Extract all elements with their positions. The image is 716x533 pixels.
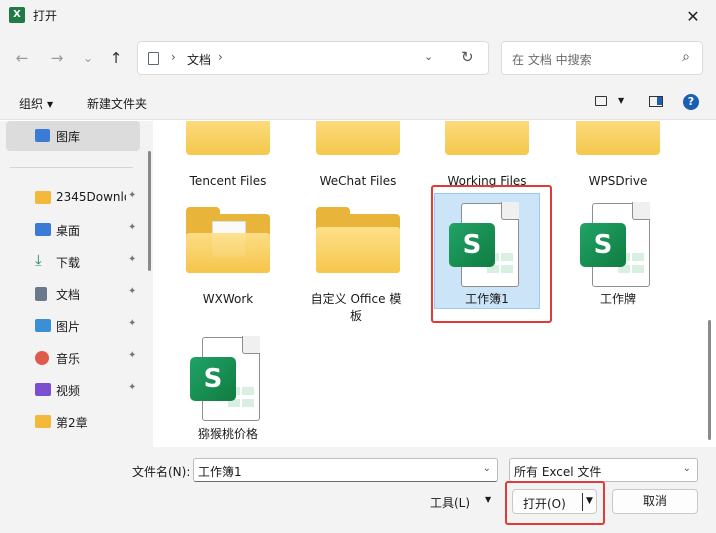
divider <box>10 167 133 168</box>
excel-file-icon: S <box>190 336 260 421</box>
forward-button[interactable]: → <box>45 46 69 70</box>
caret-down-icon: ▼ <box>47 100 54 109</box>
command-bar: 组织 ▼ 新建文件夹 ▼ ? <box>0 84 716 120</box>
recent-locations-button[interactable]: ⌄ <box>76 46 100 70</box>
music-icon <box>35 351 49 365</box>
download-icon: ⤓ <box>35 251 42 269</box>
filetype-value: 所有 Excel 文件 <box>514 465 602 479</box>
sidebar-item-label: 文档 <box>56 288 81 302</box>
excel-badge: S <box>190 357 236 401</box>
search-input[interactable]: 在 文档 中搜索 ⌕ <box>501 41 703 75</box>
pin-icon: ✦ <box>128 382 137 393</box>
folder-icon <box>35 191 51 204</box>
sidebar-item-pictures[interactable]: 图片 ✦ <box>0 312 140 340</box>
sidebar-item-music[interactable]: 音乐 ✦ <box>0 344 140 372</box>
organize-label: 组织 <box>19 97 44 111</box>
excel-file-icon: S <box>580 202 650 287</box>
filename-input[interactable]: 工作簿1 ⌄ <box>193 458 498 482</box>
file-name: 自定义 Office 模板 <box>310 292 402 323</box>
dialog-footer: 文件名(N): 工作簿1 ⌄ 所有 Excel 文件 ⌄ 工具(L) ▼ 打开(… <box>0 447 716 533</box>
pin-icon: ✦ <box>128 318 137 329</box>
search-placeholder: 在 文档 中搜索 <box>512 53 592 67</box>
new-folder-button[interactable]: 新建文件夹 <box>87 95 147 112</box>
highlight-box <box>505 481 605 525</box>
sidebar-item-label: 图片 <box>56 320 81 334</box>
excel-badge: S <box>580 223 626 267</box>
title-bar: X 打开 ✕ <box>0 0 716 32</box>
filename-label: 文件名(N): <box>132 465 191 479</box>
window-title: 打开 <box>33 9 58 23</box>
pin-icon: ✦ <box>128 222 137 233</box>
sidebar-item-gallery[interactable]: 图库 <box>6 121 140 151</box>
sidebar-item-2345downloads[interactable]: 2345Downloads ✦ <box>0 184 140 212</box>
file-item-excel[interactable]: S 猕猴桃价格 <box>170 121 286 447</box>
sidebar-item-label: 第2章 <box>56 416 88 430</box>
preview-pane-icon[interactable] <box>649 96 663 107</box>
file-list-scrollbar[interactable] <box>708 320 711 440</box>
close-button[interactable]: ✕ <box>670 0 716 32</box>
chevron-down-icon[interactable]: ⌄ <box>483 463 491 474</box>
file-item-excel[interactable]: S 工作牌 <box>560 121 676 311</box>
sidebar-item-chapter2[interactable]: 第2章 <box>0 408 140 436</box>
highlight-box <box>431 185 552 323</box>
breadcrumb-documents[interactable]: 文档 <box>187 51 211 68</box>
chevron-down-icon: ⌄ <box>682 463 691 474</box>
sidebar-item-label: 2345Downloads <box>56 190 126 204</box>
file-name: 工作牌 <box>599 292 636 306</box>
cancel-button[interactable]: 取消 <box>612 489 698 514</box>
caret-down-icon[interactable]: ▼ <box>618 96 624 105</box>
gallery-icon <box>35 129 50 142</box>
chevron-right-icon[interactable]: › <box>218 50 223 64</box>
chevron-down-icon[interactable]: ⌄ <box>424 50 433 63</box>
file-item-folder[interactable]: 自定义 Office 模板 <box>300 121 416 331</box>
search-icon: ⌕ <box>682 49 690 65</box>
sidebar-scrollbar[interactable] <box>148 151 151 271</box>
sidebar-item-documents[interactable]: 文档 ✦ <box>0 280 140 308</box>
sidebar-item-label: 下载 <box>56 256 81 270</box>
file-name: 猕猴桃价格 <box>197 427 258 441</box>
chevron-right-icon: › <box>171 50 176 64</box>
help-icon[interactable]: ? <box>683 94 699 110</box>
back-button[interactable]: ← <box>10 46 34 70</box>
excel-icon: X <box>9 7 25 23</box>
documents-icon <box>35 287 47 301</box>
pin-icon: ✦ <box>128 254 137 265</box>
pin-icon: ✦ <box>128 350 137 361</box>
sidebar-item-label: 图库 <box>56 130 81 144</box>
sidebar-item-label: 音乐 <box>56 352 81 366</box>
organize-button[interactable]: 组织 ▼ <box>19 95 53 112</box>
videos-icon <box>35 383 51 396</box>
sidebar-item-desktop[interactable]: 桌面 ✦ <box>0 216 140 244</box>
address-path[interactable]: › 文档 › ⌄ ↻ <box>137 41 489 75</box>
desktop-icon <box>35 223 51 236</box>
filename-value[interactable]: 工作簿1 <box>198 463 242 480</box>
tools-button[interactable]: 工具(L) <box>430 494 470 511</box>
navigation-pane: 图库 2345Downloads ✦ 桌面 ✦ ⤓ 下载 ✦ 文档 ✦ 图片 ✦… <box>0 121 153 447</box>
pin-icon: ✦ <box>128 286 137 297</box>
folder-icon <box>316 207 400 273</box>
pictures-icon <box>35 319 51 332</box>
sidebar-item-label: 视频 <box>56 384 81 398</box>
filetype-select[interactable]: 所有 Excel 文件 ⌄ <box>509 458 698 482</box>
up-button[interactable]: ↑ <box>104 46 128 70</box>
sidebar-item-downloads[interactable]: ⤓ 下载 ✦ <box>0 248 140 276</box>
address-bar: ← → ⌄ ↑ › 文档 › ⌄ ↻ 在 文档 中搜索 ⌕ <box>0 32 716 84</box>
caret-down-icon[interactable]: ▼ <box>485 495 491 504</box>
document-icon <box>148 52 159 65</box>
view-mode-icon[interactable] <box>595 96 607 106</box>
sidebar-item-label: 桌面 <box>56 224 81 238</box>
sidebar-item-videos[interactable]: 视频 ✦ <box>0 376 140 404</box>
folder-icon <box>35 415 51 428</box>
file-list: Tencent Files WeChat Files Working Files… <box>158 121 716 447</box>
refresh-icon[interactable]: ↻ <box>461 48 474 66</box>
pin-icon: ✦ <box>128 190 137 201</box>
